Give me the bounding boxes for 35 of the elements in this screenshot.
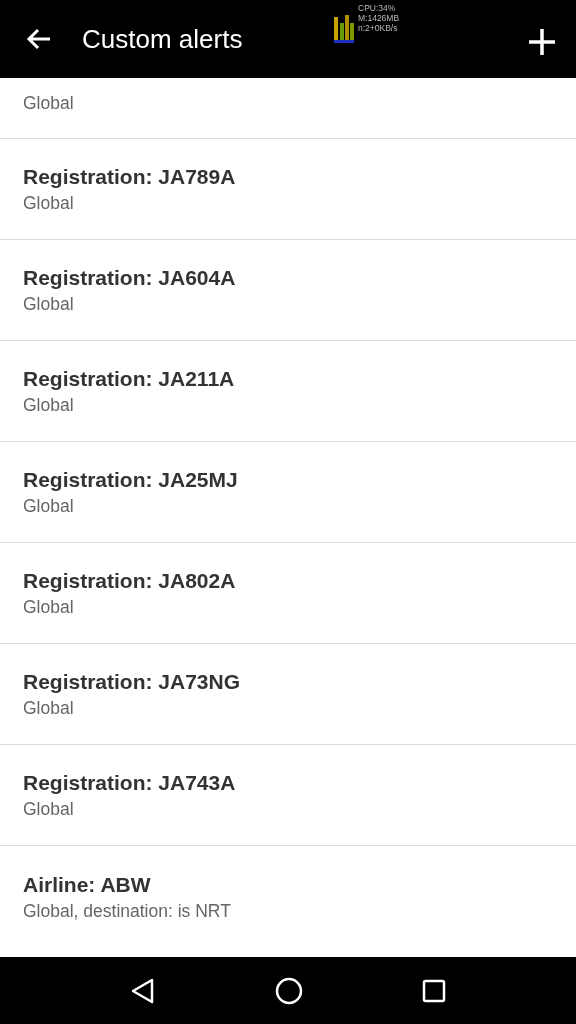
alert-item[interactable]: Registration: JA604A Global xyxy=(0,240,576,341)
alert-title: Registration: JA789A xyxy=(23,164,237,190)
back-arrow-icon xyxy=(26,28,52,50)
alert-subtitle: Global xyxy=(23,596,75,619)
alert-title: Registration: JA211A xyxy=(23,366,236,392)
alert-title: Registration: JA73NG xyxy=(23,669,242,695)
alert-item[interactable]: Registration: JA789A Global xyxy=(0,139,576,240)
plus-icon xyxy=(528,28,556,56)
alert-subtitle: Global xyxy=(23,192,75,215)
alert-item[interactable]: Registration: JA802A Global xyxy=(0,543,576,644)
triangle-back-icon xyxy=(129,977,156,1004)
alert-title: Registration: JA25MJ xyxy=(23,467,239,493)
alert-item[interactable]: Global xyxy=(0,78,576,139)
alert-subtitle: Global xyxy=(23,697,75,720)
alert-subtitle: Global xyxy=(23,798,75,821)
alert-title: Airline: ABW xyxy=(23,871,152,898)
circle-home-icon xyxy=(275,976,303,1005)
alert-subtitle: Global xyxy=(23,92,75,115)
alert-subtitle: Global xyxy=(23,293,75,316)
alert-item[interactable]: Registration: JA743A Global xyxy=(0,745,576,846)
alert-title: Registration: JA743A xyxy=(23,770,237,796)
alert-title: Registration: JA802A xyxy=(23,568,237,594)
alert-subtitle: Global, destination: is NRT xyxy=(23,899,232,923)
memory-reading: M:1426MB xyxy=(358,13,400,23)
cpu-reading: CPU:34% xyxy=(358,3,397,13)
alert-item[interactable]: Registration: JA211A Global xyxy=(0,341,576,442)
alert-item[interactable]: Registration: JA73NG Global xyxy=(0,644,576,745)
alert-title: Registration: JA604A xyxy=(23,265,237,291)
alert-item[interactable]: Registration: JA25MJ Global xyxy=(0,442,576,543)
alert-subtitle: Global xyxy=(23,495,75,518)
network-reading: n:2+0KB/s xyxy=(358,23,399,33)
square-recents-icon xyxy=(422,978,447,1003)
toolbar-title: Custom alerts xyxy=(82,23,243,55)
alert-item[interactable]: Airline: ABW Global, destination: is NRT xyxy=(0,846,576,947)
alert-subtitle: Global xyxy=(23,394,75,417)
